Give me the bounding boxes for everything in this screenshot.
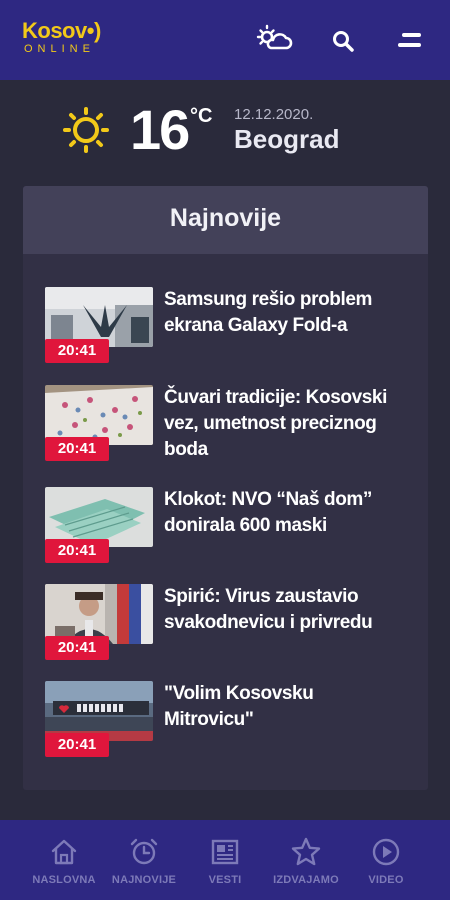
home-icon	[51, 839, 77, 865]
news-thumbnail[interactable]	[45, 681, 153, 741]
menu-icon[interactable]	[397, 31, 423, 56]
search-icon[interactable]	[331, 29, 355, 58]
panel-header: Najnovije	[23, 186, 428, 254]
news-headline[interactable]: Samsung rešio problem ekrana Galaxy Fold…	[164, 287, 404, 339]
time-badge: 20:41	[45, 339, 109, 363]
news-thumbnail[interactable]	[45, 584, 153, 644]
news-headline[interactable]: Spirić: Virus zaustavio svakodnevicu i p…	[164, 584, 404, 636]
news-headline[interactable]: Čuvari tradicije: Kosovski vez, umetnost…	[164, 385, 404, 463]
nav-item-naslovna[interactable]: NASLOVNA	[24, 820, 104, 900]
news-headline[interactable]: "Volim Kosovsku Mitrovicu"	[164, 681, 404, 733]
kosovo-online-logo[interactable]: Kosov•) ONLINE	[22, 18, 101, 56]
weather-date: 12.12.2020.	[234, 106, 314, 123]
nav-label: VIDEO	[368, 874, 404, 886]
play-icon	[372, 838, 400, 866]
nav-item-video[interactable]: VIDEO	[346, 820, 426, 900]
news-headline[interactable]: Klokot: NVO “Naš dom” donirala 600 maski	[164, 487, 404, 539]
logo-sub-text: ONLINE	[24, 43, 95, 55]
news-thumbnail[interactable]	[45, 487, 153, 547]
time-badge: 20:41	[45, 539, 109, 563]
nav-label: IZDVAJAMO	[273, 874, 339, 886]
time-badge: 20:41	[45, 636, 109, 660]
nav-label: VESTI	[208, 874, 242, 886]
nav-item-vesti[interactable]: VESTI	[185, 820, 265, 900]
news-thumbnail[interactable]	[45, 287, 153, 347]
logo-main-text: Kosov•)	[22, 18, 101, 43]
nav-item-izdvajamo[interactable]: IZDVAJAMO	[266, 820, 346, 900]
nav-label: NAJNOVIJE	[111, 874, 177, 886]
newspaper-icon	[211, 839, 239, 865]
nav-item-najnovije[interactable]: NAJNOVIJE	[104, 820, 184, 900]
time-badge: 20:41	[45, 437, 109, 461]
alarm-clock-icon	[130, 838, 158, 865]
weather-cloud-icon[interactable]	[256, 24, 296, 59]
star-icon	[291, 837, 321, 866]
news-thumbnail[interactable]	[45, 385, 153, 445]
top-bar: Kosov•) ONLINE	[0, 0, 450, 80]
bottom-navigation: NASLOVNA NAJNOVIJE VESTI IZDVAJAMO VIDEO	[0, 820, 450, 900]
weather-city: Beograd	[234, 124, 340, 154]
temperature-value: 16	[130, 98, 190, 161]
time-badge: 20:41	[45, 733, 109, 757]
latest-news-panel: Najnovije 20:41 Samsung rešio problem ek…	[23, 186, 428, 790]
nav-label: NASLOVNA	[32, 874, 96, 886]
sun-icon	[62, 106, 110, 159]
panel-title: Najnovije	[169, 204, 282, 232]
temperature-unit: °C	[190, 105, 213, 127]
